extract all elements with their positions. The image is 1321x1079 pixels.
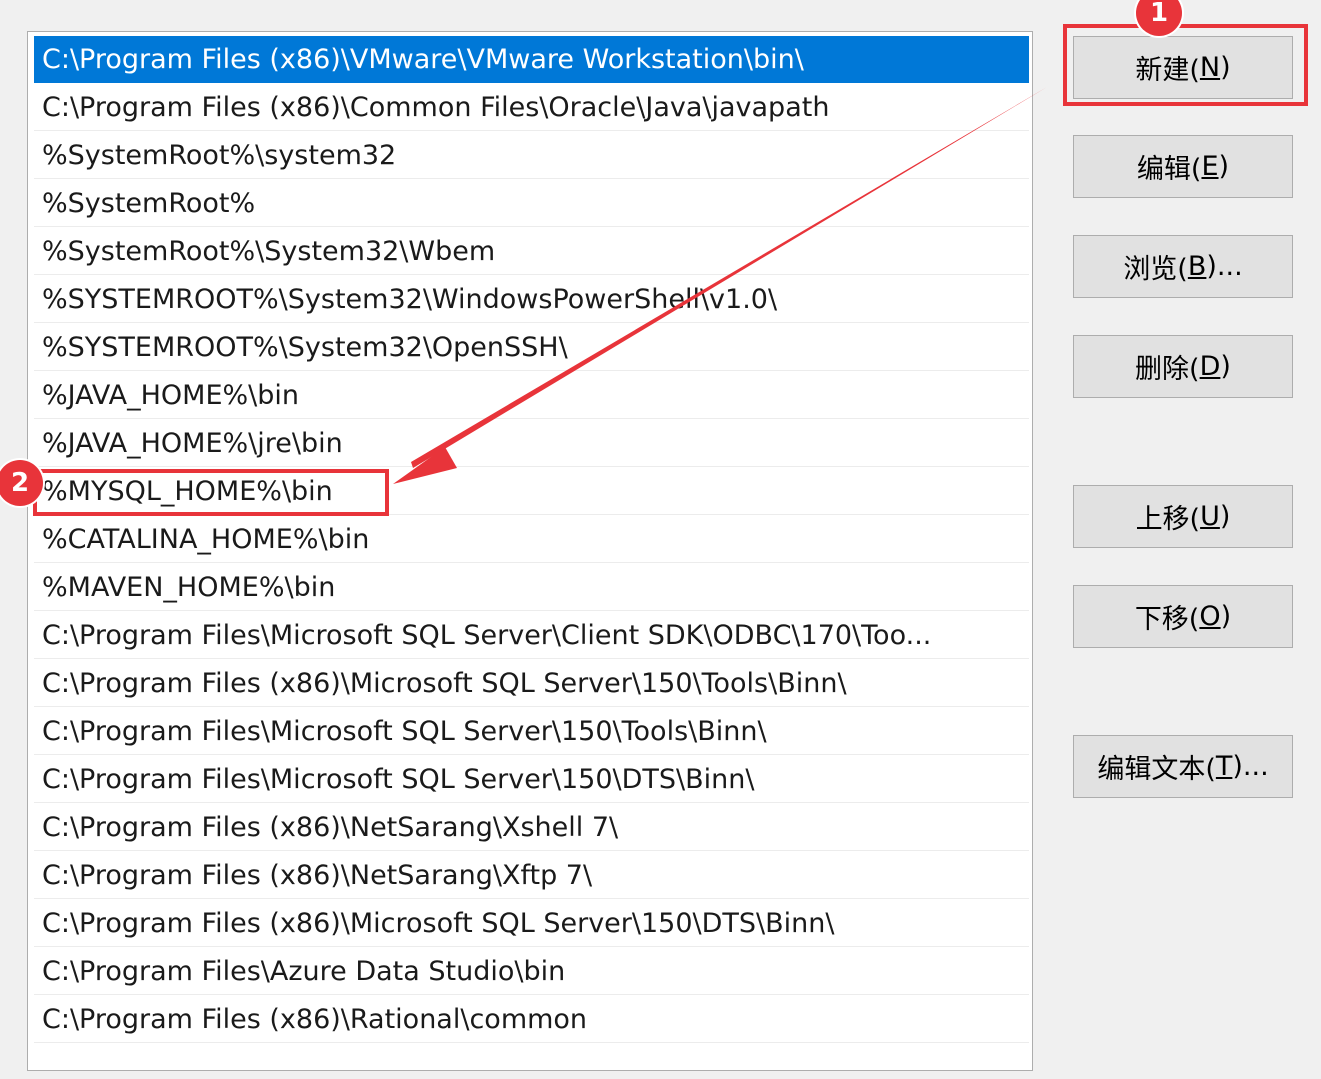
path-list-item[interactable]: %SYSTEMROOT%\System32\WindowsPowerShell\… [34,276,1029,323]
path-list-item[interactable]: %JAVA_HOME%\jre\bin [34,420,1029,467]
path-list-item[interactable]: C:\Program Files\Microsoft SQL Server\15… [34,708,1029,755]
move-up-button[interactable]: 上移(U) [1073,485,1293,548]
path-list-item[interactable]: C:\Program Files\Microsoft SQL Server\Cl… [34,612,1029,659]
path-list-item-text: C:\Program Files (x86)\Rational\common [42,1003,588,1035]
path-list-item[interactable]: C:\Program Files\Azure Data Studio\bin [34,948,1029,995]
delete-button[interactable]: 删除(D) [1073,335,1293,398]
path-list-item-text: C:\Program Files (x86)\VMware\VMware Wor… [42,43,804,75]
path-list-item[interactable]: %MYSQL_HOME%\bin [34,468,1029,515]
path-list-item[interactable]: %SystemRoot% [34,180,1029,227]
path-list-item-text: C:\Program Files (x86)\Microsoft SQL Ser… [42,907,835,939]
path-list-item[interactable]: C:\Program Files (x86)\Microsoft SQL Ser… [34,660,1029,707]
path-list-item-text: %SystemRoot% [42,187,256,219]
path-list-item-text: C:\Program Files\Microsoft SQL Server\15… [42,715,767,747]
path-list-item-text: %MAVEN_HOME%\bin [42,571,336,603]
path-list-item-text: C:\Program Files (x86)\NetSarang\Xshell … [42,811,619,843]
path-list-item-text: C:\Program Files (x86)\NetSarang\Xftp 7\ [42,859,593,891]
path-list-item-text: %SystemRoot%\system32 [42,139,397,171]
path-list-item-text: %SystemRoot%\System32\Wbem [42,235,496,267]
path-list-item[interactable]: C:\Program Files\Microsoft SQL Server\15… [34,756,1029,803]
edit-button[interactable]: 编辑(E) [1073,135,1293,198]
path-list-item-text: %SYSTEMROOT%\System32\WindowsPowerShell\… [42,283,778,315]
path-list-item-text: %CATALINA_HOME%\bin [42,523,370,555]
path-list-item[interactable]: %MAVEN_HOME%\bin [34,564,1029,611]
path-list-item-text: C:\Program Files\Microsoft SQL Server\15… [42,763,755,795]
path-list-item[interactable]: %SystemRoot%\System32\Wbem [34,228,1029,275]
path-list-item-text: %JAVA_HOME%\jre\bin [42,427,343,459]
path-list-item-text: %MYSQL_HOME%\bin [42,475,333,507]
path-list-item-text: %JAVA_HOME%\bin [42,379,300,411]
path-list-item-text: C:\Program Files\Azure Data Studio\bin [42,955,566,987]
path-list-item[interactable]: C:\Program Files (x86)\Microsoft SQL Ser… [34,900,1029,947]
browse-button[interactable]: 浏览(B)... [1073,235,1293,298]
path-list-item-text: %SYSTEMROOT%\System32\OpenSSH\ [42,331,568,363]
move-down-button[interactable]: 下移(O) [1073,585,1293,648]
path-list-item[interactable]: C:\Program Files (x86)\VMware\VMware Wor… [34,36,1029,83]
path-list[interactable]: C:\Program Files (x86)\VMware\VMware Wor… [27,31,1033,1071]
path-list-item[interactable]: C:\Program Files (x86)\Rational\common [34,996,1029,1043]
path-list-item[interactable]: %CATALINA_HOME%\bin [34,516,1029,563]
new-button[interactable]: 新建(N) [1073,36,1293,99]
step-1-badge: 1 [1136,0,1182,36]
path-list-item-text: C:\Program Files (x86)\Microsoft SQL Ser… [42,667,847,699]
path-list-item-text: C:\Program Files (x86)\Common Files\Orac… [42,91,830,123]
path-list-item-text: C:\Program Files\Microsoft SQL Server\Cl… [42,619,932,651]
path-list-item[interactable]: C:\Program Files (x86)\NetSarang\Xftp 7\ [34,852,1029,899]
path-list-item[interactable]: C:\Program Files (x86)\Common Files\Orac… [34,84,1029,131]
path-list-item[interactable]: %JAVA_HOME%\bin [34,372,1029,419]
path-list-item[interactable]: %SystemRoot%\system32 [34,132,1029,179]
path-list-item[interactable]: C:\Program Files (x86)\NetSarang\Xshell … [34,804,1029,851]
edit-text-button[interactable]: 编辑文本(T)... [1073,735,1293,798]
path-list-item[interactable]: %SYSTEMROOT%\System32\OpenSSH\ [34,324,1029,371]
